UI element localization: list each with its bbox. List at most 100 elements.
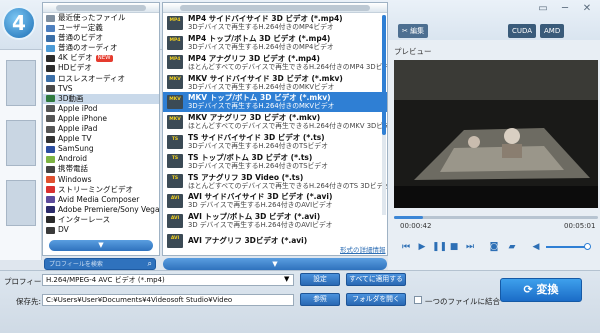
category-label: インターレース — [58, 214, 111, 224]
category-item[interactable]: 最近使ったファイル — [43, 13, 159, 23]
category-item[interactable]: Apple iPhone — [43, 114, 159, 124]
chevron-down-icon[interactable]: ▼ — [284, 275, 289, 283]
close-icon[interactable]: ✕ — [576, 0, 598, 18]
scroll-down-button[interactable]: ▼ — [49, 240, 153, 251]
category-item[interactable]: ユーザー定義 — [43, 23, 159, 33]
file-thumbnail[interactable] — [6, 180, 36, 226]
menu-icon[interactable]: ▭ — [532, 0, 554, 18]
minimize-icon[interactable]: ─ — [554, 0, 576, 18]
format-3d-icon: MKV — [167, 114, 183, 129]
settings-button[interactable]: 設定 — [300, 273, 340, 286]
format-3d-icon: AVI — [167, 194, 183, 209]
prev-icon[interactable]: ⏮ — [400, 242, 412, 252]
browse-button[interactable]: 参照 — [300, 293, 340, 306]
category-icon — [46, 206, 55, 214]
folder-icon[interactable]: ▰ — [506, 242, 518, 252]
category-icon — [46, 85, 55, 93]
format-description: 3Dデバイスで再生するH.264付きのMKVビデオ — [188, 82, 335, 91]
category-item[interactable]: Avid Media Composer — [43, 195, 159, 205]
category-item[interactable]: Android — [43, 154, 159, 164]
format-description: 3Dデバイスで再生するH.264付きのTSビデオ — [188, 161, 328, 170]
format-item[interactable]: MP4 MP4 アナグリフ 3D ビデオ (*.mp4) ほとんどすべてのデバイスで… — [163, 53, 387, 73]
snapshot-icon[interactable]: ◙ — [488, 242, 500, 252]
format-3d-icon: TS — [167, 154, 183, 169]
scroll-up-button[interactable] — [43, 3, 159, 13]
category-label: Avid Media Composer — [58, 194, 140, 204]
volume-slider-knob[interactable] — [584, 243, 591, 250]
format-item[interactable]: MP4 MP4 トップ/ボトム 3D ビデオ (*.mp4) 3Dデバイスで再生する… — [163, 33, 387, 53]
file-thumbnail[interactable] — [6, 120, 36, 166]
format-scroll-down-button[interactable]: ▼ — [163, 258, 387, 270]
format-3d-icon: AVI — [167, 213, 183, 228]
video-frame — [394, 60, 598, 208]
format-item[interactable]: TS TS トップ/ボトム 3D ビデオ (*.ts) 3Dデバイスで再生するH.2… — [163, 152, 387, 172]
file-thumbnail[interactable] — [6, 60, 36, 106]
format-item[interactable]: AVI AVI トップ/ボトム 3D ビデオ (*.avi) 3D デバイスで再生す… — [163, 211, 387, 231]
profile-search[interactable]: ⌕ — [44, 258, 156, 270]
format-name: TS トップ/ボトム 3D ビデオ (*.ts) — [188, 152, 313, 162]
category-icon — [46, 44, 55, 52]
format-description: 3D デバイスで再生するH.264付きのAVIビデオ — [188, 201, 333, 210]
category-item[interactable]: Windows — [43, 175, 159, 185]
search-icon[interactable]: ⌕ — [148, 259, 152, 269]
format-name: MKV サイドバイサイド 3D ビデオ (*.mkv) — [188, 73, 343, 83]
category-item[interactable]: DV — [43, 225, 159, 235]
category-item[interactable]: Apple iPad — [43, 124, 159, 134]
category-label: TVS — [58, 83, 73, 93]
category-label: Adobe Premiere/Sony Vegas — [58, 204, 159, 214]
category-item[interactable]: SamSung — [43, 144, 159, 154]
category-icon — [46, 24, 55, 32]
category-item[interactable]: TVS — [43, 84, 159, 94]
category-icon — [46, 145, 55, 153]
category-item[interactable]: インターレース — [43, 215, 159, 225]
convert-button[interactable]: ⟳ 変換 — [500, 278, 582, 302]
category-label: ロスレスオーディオ — [58, 73, 125, 83]
next-icon[interactable]: ⏭ — [464, 242, 476, 252]
play-icon[interactable]: ▶ — [416, 242, 428, 252]
category-item[interactable]: ストリーミングビデオ — [43, 185, 159, 195]
apply-all-button[interactable]: すべてに適用する — [346, 273, 406, 286]
category-item[interactable]: 普通のビデオ — [43, 33, 159, 43]
profile-search-input[interactable] — [45, 259, 141, 270]
category-item[interactable]: Apple iPod — [43, 104, 159, 114]
category-item[interactable]: 携帯電話 — [43, 164, 159, 174]
format-item[interactable]: MKV MKV アナグリフ 3D ビデオ (*.mkv) ほとんどすべてのデバイスで… — [163, 112, 387, 132]
open-folder-button[interactable]: フォルダを開く — [346, 293, 406, 306]
destination-field[interactable]: C:¥Users¥User¥Documents¥4Videosoft Studi… — [42, 294, 294, 306]
category-label: 普通のビデオ — [58, 33, 103, 43]
format-scroll-up-button[interactable] — [163, 3, 387, 13]
format-item[interactable]: MKV MKV サイドバイサイド 3D ビデオ (*.mkv) 3Dデバイスで再生す… — [163, 72, 387, 92]
profile-select[interactable]: H.264/MPEG-4 AVC ビデオ (*.mp4) — [42, 274, 294, 286]
volume-slider[interactable] — [546, 246, 588, 248]
format-item[interactable]: TS TS サイドバイサイド 3D ビデオ (*.ts) 3Dデバイスで再生するH.… — [163, 132, 387, 152]
format-name: TS アナグリフ 3D Video (*.ts) — [188, 172, 304, 182]
category-icon — [46, 34, 55, 42]
volume-icon[interactable]: ◀ — [530, 242, 542, 252]
format-scrollbar[interactable] — [382, 15, 386, 215]
destination-value: C:¥Users¥User¥Documents¥4Videosoft Studi… — [46, 296, 233, 304]
category-item[interactable]: 4K ビデオ NEW — [43, 53, 159, 63]
format-item[interactable]: MP4 MP4 サイドバイサイド 3D ビデオ (*.mp4) 3Dデバイスで再生す… — [163, 13, 387, 33]
category-item[interactable]: ロスレスオーディオ — [43, 74, 159, 84]
stop-icon[interactable]: ■ — [448, 242, 460, 252]
merge-checkbox[interactable] — [414, 296, 422, 304]
category-icon — [46, 155, 55, 163]
category-item[interactable]: HDビデオ — [43, 63, 159, 73]
category-icon — [46, 135, 55, 143]
format-details-link[interactable]: 形式の詳細情報 — [340, 244, 386, 254]
category-item[interactable]: 3D動画 — [43, 93, 159, 104]
format-item[interactable]: MKV MKV トップ/ボトム 3D ビデオ (*.mkv) 3Dデバイスで再生する… — [163, 92, 387, 112]
video-preview — [394, 60, 598, 208]
edit-button[interactable]: ✂ 編集 — [398, 24, 429, 38]
format-item[interactable]: AVI AVI サイドバイサイド 3D ビデオ (*.avi) 3D デバイスで再生… — [163, 191, 387, 211]
category-item[interactable]: 普通のオーディオ — [43, 43, 159, 53]
pause-icon[interactable]: ❚❚ — [432, 242, 447, 252]
category-label: DV — [58, 224, 69, 234]
category-item[interactable]: Apple TV — [43, 134, 159, 144]
format-item[interactable]: TS TS アナグリフ 3D Video (*.ts) ほとんどすべてのデバイスで再… — [163, 171, 387, 191]
category-item[interactable]: Adobe Premiere/Sony Vegas — [43, 205, 159, 215]
format-3d-icon: MP4 — [167, 15, 183, 30]
format-name: MP4 サイドバイサイド 3D ビデオ (*.mp4) — [188, 14, 343, 24]
progress-bar[interactable] — [394, 214, 598, 220]
format-name: AVI サイドバイサイド 3D ビデオ (*.avi) — [188, 192, 333, 202]
